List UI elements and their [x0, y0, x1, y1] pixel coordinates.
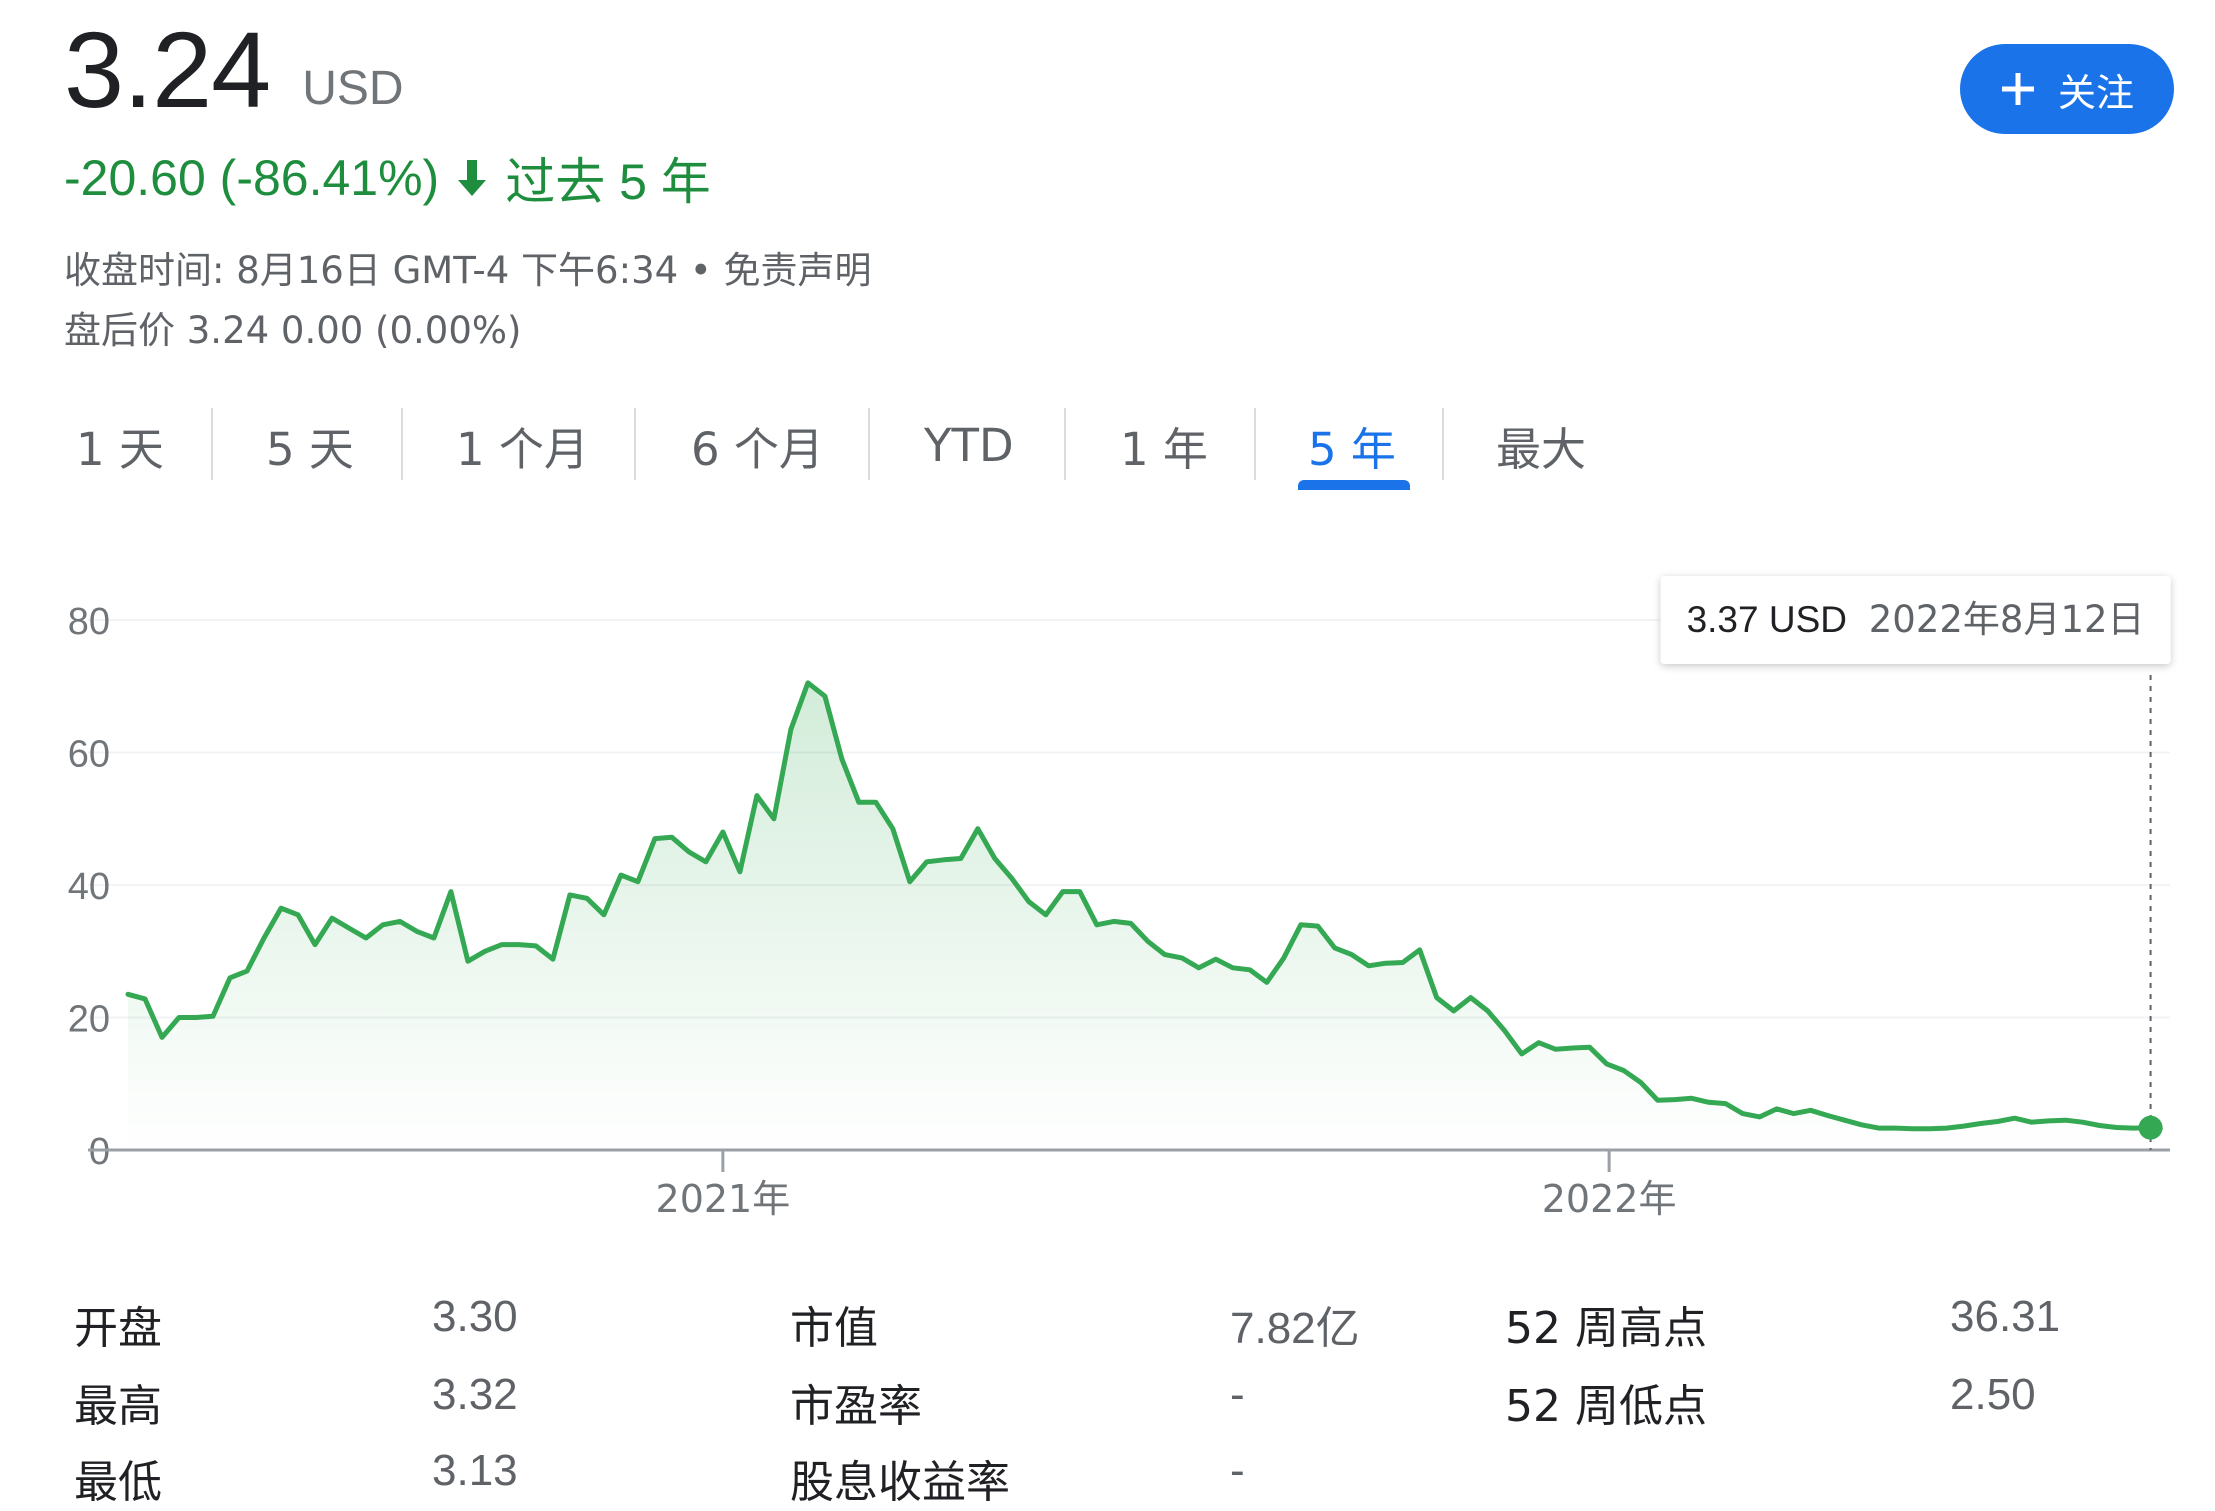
stat-low-label: 最低	[74, 1457, 162, 1508]
stat-52w-low-value: 2.50	[1950, 1370, 2036, 1419]
tab-6m[interactable]: 6 个月	[691, 400, 824, 490]
tab-1d[interactable]: 1 天	[76, 400, 164, 490]
price-chart[interactable]: 0 20 40 60 80 2021年 2022年 3.37 USD 2022年8月12日	[0, 560, 2215, 1240]
tab-5y[interactable]: 5 年	[1308, 400, 1396, 490]
price-currency: USD	[302, 62, 404, 115]
tab-ytd[interactable]: YTD	[924, 400, 1014, 490]
tab-divider	[211, 408, 213, 480]
change-period: 过去 5 年	[505, 154, 711, 210]
after-hours-price: 盘后价 3.24 0.00 (0.00%)	[64, 309, 522, 352]
plus-icon	[2000, 71, 2036, 107]
stat-open-value: 3.30	[432, 1292, 518, 1341]
x-tick-label: 2022年	[1542, 1177, 1677, 1221]
price-header: 3.24 USD	[64, 14, 404, 124]
chart-tooltip: 3.37 USD 2022年8月12日	[1660, 576, 2171, 664]
tab-divider	[1442, 408, 1444, 480]
arrow-down-icon	[455, 158, 489, 198]
stat-low-value: 3.13	[432, 1446, 518, 1495]
stat-mktcap-label: 市值	[790, 1303, 878, 1354]
stat-mktcap-value: 7.82亿	[1230, 1304, 1360, 1353]
stat-52w-high-label: 52 周高点	[1505, 1303, 1707, 1354]
close-time-line: 收盘时间: 8月16日 GMT-4 下午6:34 • 免责声明	[64, 240, 872, 294]
separator-dot: •	[689, 249, 712, 292]
tab-divider	[401, 408, 403, 480]
follow-label: 关注	[2057, 70, 2134, 115]
tab-5d[interactable]: 5 天	[266, 400, 354, 490]
close-time: 收盘时间: 8月16日 GMT-4 下午6:34	[64, 249, 679, 292]
x-tick-label: 2021年	[656, 1177, 791, 1221]
disclaimer-link[interactable]: 免责声明	[724, 249, 872, 292]
y-tick-label: 60	[68, 734, 110, 776]
stat-open-label: 开盘	[74, 1303, 162, 1354]
y-tick-label: 80	[68, 601, 110, 643]
stat-pe-label: 市盈率	[790, 1381, 922, 1432]
tooltip-value: 3.37 USD	[1687, 599, 1847, 640]
change-value: -20.60 (-86.41%)	[64, 150, 440, 206]
stat-52w-high-value: 36.31	[1950, 1292, 2061, 1341]
y-tick-label: 40	[68, 866, 110, 908]
stat-high-label: 最高	[74, 1381, 162, 1432]
stat-yield-label: 股息收益率	[790, 1457, 1010, 1508]
tab-max[interactable]: 最大	[1496, 400, 1586, 490]
stat-52w-low-label: 52 周低点	[1505, 1381, 1707, 1432]
tab-divider	[634, 408, 636, 480]
key-stats: 开盘 3.30 最高 3.32 最低 3.13 市值 7.82亿 市盈率 - 股…	[0, 1280, 2215, 1510]
stat-pe-value: -	[1230, 1370, 1245, 1419]
stat-yield-value: -	[1230, 1446, 1245, 1495]
active-tab-indicator	[1298, 480, 1410, 490]
change-row: -20.60 (-86.41%) 过去 5 年	[64, 148, 711, 210]
tab-1y[interactable]: 1 年	[1120, 400, 1208, 490]
tooltip-date: 2022年8月12日	[1869, 598, 2145, 641]
y-tick-label: 0	[89, 1131, 110, 1173]
tab-1m[interactable]: 1 个月	[456, 400, 589, 490]
price-value: 3.24	[64, 9, 271, 130]
hover-point	[2138, 1115, 2163, 1140]
tab-divider	[1064, 408, 1066, 480]
stat-high-value: 3.32	[432, 1370, 518, 1419]
tab-divider	[1254, 408, 1256, 480]
tab-divider	[868, 408, 870, 480]
y-tick-label: 20	[68, 999, 110, 1041]
follow-button[interactable]: 关注	[1960, 44, 2174, 134]
